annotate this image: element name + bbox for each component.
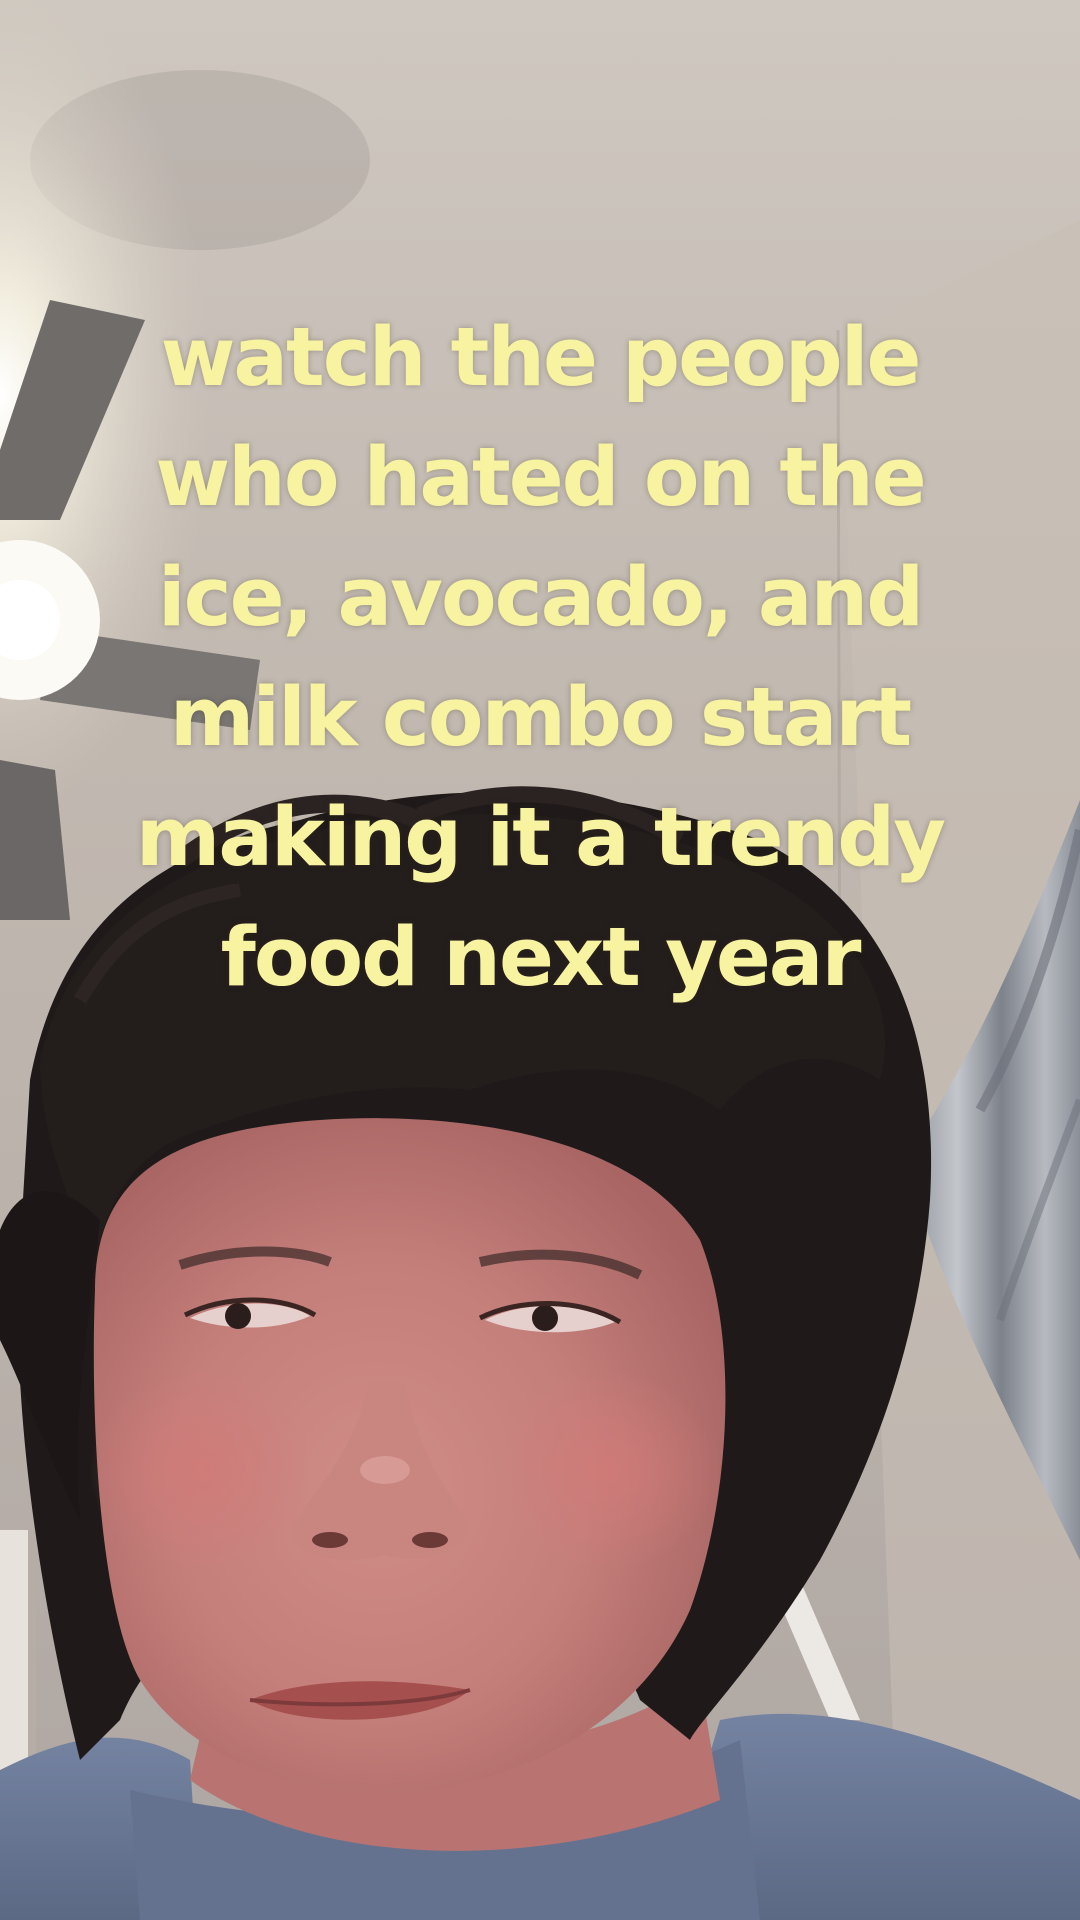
video-caption: watch the people who hated on the ice, a… [40, 298, 1040, 1018]
caption-line: who hated on the [155, 431, 926, 525]
caption-line: making it a trendy [135, 791, 946, 885]
caption-line: ice, avocado, and [157, 551, 924, 645]
caption-line: milk combo start [169, 671, 912, 765]
caption-line: watch the people [160, 311, 922, 405]
caption-line: food next year [220, 911, 862, 1005]
